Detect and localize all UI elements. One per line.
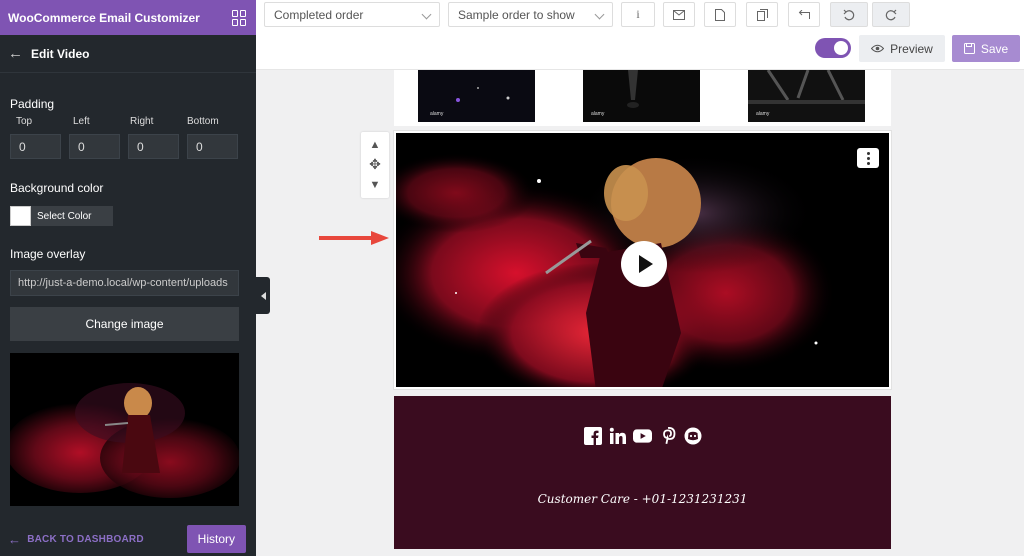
padding-bottom-label: Bottom [187, 116, 219, 127]
padding-left-input[interactable]: 0 [69, 134, 120, 159]
move-up-icon[interactable]: ▲ [370, 139, 381, 151]
undo-button[interactable] [830, 2, 868, 27]
document-button[interactable] [704, 2, 736, 27]
image-overlay-label: Image overlay [10, 247, 86, 261]
padding-top-label: Top [16, 116, 33, 127]
arrow-left-icon: ← [8, 531, 22, 547]
color-picker[interactable]: Select Color [10, 206, 114, 226]
redo-button[interactable] [872, 2, 910, 27]
customer-care-text: Customer Care - +01-1231231231 [537, 492, 748, 506]
sidebar-footer: ← BACK TO DASHBOARD History [0, 522, 256, 556]
gallery-image: alamy [583, 70, 700, 122]
document-icon [715, 8, 725, 21]
chevron-down-icon [594, 9, 605, 20]
caret-left-icon [260, 291, 266, 300]
eye-icon [871, 44, 885, 53]
live-preview-toggle[interactable] [815, 38, 851, 58]
gallery-image: alamy [748, 70, 865, 122]
arrow-pointer-icon [319, 231, 389, 245]
email-footer-block[interactable]: Customer Care - +01-1231231231 [394, 396, 891, 549]
back-to-dashboard-link[interactable]: ← BACK TO DASHBOARD [8, 532, 144, 547]
email-type-select[interactable]: Completed order [264, 2, 440, 27]
linkedin-icon[interactable] [608, 426, 627, 445]
copy-icon [756, 8, 768, 21]
social-icons [394, 426, 891, 445]
reply-icon [798, 9, 810, 19]
email-type-value: Completed order [274, 7, 364, 22]
play-button[interactable] [621, 241, 667, 287]
copy-button[interactable] [746, 2, 778, 27]
more-options-icon[interactable] [857, 148, 879, 168]
back-arrow-icon[interactable]: ← [8, 45, 23, 62]
editor-sidebar: WooCommerce Email Customizer ← Edit Vide… [0, 0, 256, 556]
info-button[interactable]: i [621, 2, 655, 27]
section-title: Edit Video [31, 46, 90, 61]
gallery-watermark: alamy [430, 111, 444, 117]
image-gallery-block[interactable]: alamy alamy alamy [394, 70, 891, 126]
padding-bottom-input[interactable]: 0 [187, 134, 238, 159]
mail-icon [673, 9, 685, 20]
select-color-button[interactable]: Select Color [31, 206, 114, 226]
play-icon [639, 255, 653, 273]
save-button[interactable]: Save [952, 35, 1020, 62]
facebook-icon[interactable] [583, 426, 602, 445]
overlay-image-preview [10, 353, 239, 506]
gallery-watermark: alamy [591, 111, 605, 117]
section-header: ← Edit Video [0, 35, 256, 73]
preview-label: Preview [890, 41, 933, 56]
background-color-label: Background color [10, 181, 104, 195]
change-image-button[interactable]: Change image [10, 307, 239, 341]
padding-label: Padding [10, 97, 55, 111]
padding-right-label: Right [130, 116, 154, 127]
gallery-image: alamy [418, 70, 535, 122]
send-email-button[interactable] [663, 2, 695, 27]
preview-button[interactable]: Preview [859, 35, 945, 62]
gallery-watermark: alamy [756, 111, 770, 117]
video-block[interactable] [393, 130, 892, 390]
grid-icon[interactable] [232, 9, 248, 26]
toggle-knob [834, 41, 848, 55]
collapse-sidebar-toggle[interactable] [256, 277, 270, 314]
top-toolbar: Completed order Sample order to show i P… [256, 0, 1024, 70]
history-button[interactable]: History [186, 525, 246, 553]
padding-field-labels: Top Left Right Bottom [10, 116, 240, 127]
move-down-icon[interactable]: ▼ [370, 179, 381, 191]
sample-order-select[interactable]: Sample order to show [448, 2, 613, 27]
youtube-icon[interactable] [633, 426, 652, 445]
block-move-controls: ▲ ✥ ▼ [361, 132, 389, 198]
redo-icon [885, 9, 897, 20]
chevron-down-icon [421, 9, 432, 20]
floppy-disk-icon [963, 43, 975, 54]
drag-handle-icon[interactable]: ✥ [369, 156, 381, 173]
padding-inputs: 0 0 0 0 [10, 134, 240, 159]
color-swatch[interactable] [10, 206, 31, 226]
reply-button[interactable] [788, 2, 820, 27]
save-label: Save [980, 41, 1009, 56]
sidebar-header: WooCommerce Email Customizer [0, 0, 256, 35]
padding-left-label: Left [73, 116, 90, 127]
discord-icon[interactable] [683, 426, 702, 445]
pinterest-icon[interactable] [658, 426, 677, 445]
image-url-input[interactable]: http://just-a-demo.local/wp-content/uplo… [10, 270, 239, 296]
undo-icon [843, 9, 855, 20]
app-title: WooCommerce Email Customizer [8, 10, 200, 25]
sample-order-value: Sample order to show [458, 7, 575, 22]
info-icon: i [636, 7, 640, 21]
padding-top-input[interactable]: 0 [10, 134, 61, 159]
padding-right-input[interactable]: 0 [128, 134, 179, 159]
back-to-dashboard-label: BACK TO DASHBOARD [27, 533, 144, 545]
